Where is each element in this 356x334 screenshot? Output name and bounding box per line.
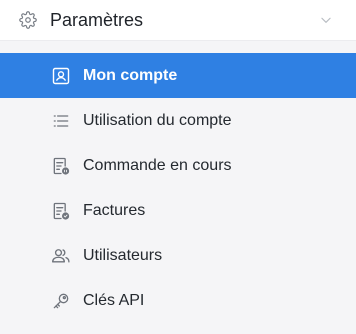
menu-item-commande-en-cours[interactable]: Commande en cours <box>0 143 356 188</box>
invoice-check-icon <box>50 200 72 222</box>
gear-icon <box>18 10 38 30</box>
menu-item-utilisateurs[interactable]: Utilisateurs <box>0 233 356 278</box>
section-title: Paramètres <box>50 9 144 30</box>
list-icon <box>50 110 72 132</box>
chevron-down-icon[interactable] <box>318 12 334 28</box>
menu-item-factures[interactable]: Factures <box>0 188 356 233</box>
settings-menu: Paramètres Mon compte Utilisation du com… <box>0 0 356 334</box>
order-pending-icon <box>50 155 72 177</box>
menu-item-label: Commande en cours <box>83 156 232 174</box>
menu-item-cles-api[interactable]: Clés API <box>0 278 356 323</box>
menu-item-label: Mon compte <box>83 66 178 84</box>
menu-item-label: Utilisation du compte <box>83 111 232 129</box>
menu-item-label: Utilisateurs <box>83 246 163 264</box>
menu-item-label: Clés API <box>83 291 145 309</box>
settings-items: Mon compte Utilisation du compte Command… <box>0 53 356 323</box>
users-icon <box>50 245 72 267</box>
menu-item-utilisation-du-compte[interactable]: Utilisation du compte <box>0 98 356 143</box>
menu-item-mon-compte[interactable]: Mon compte <box>0 53 356 98</box>
menu-item-label: Factures <box>83 201 146 219</box>
account-card-icon <box>50 65 72 87</box>
key-icon <box>50 290 72 312</box>
settings-section-header[interactable]: Paramètres <box>0 0 356 41</box>
